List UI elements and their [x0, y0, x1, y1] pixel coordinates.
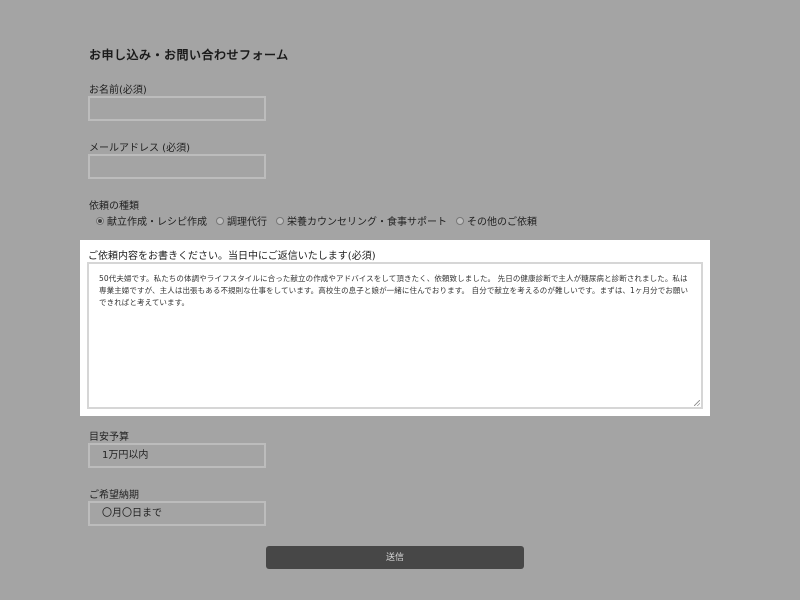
submit-button[interactable]: 送信 [266, 546, 524, 569]
radio-unchecked-icon[interactable] [216, 216, 224, 225]
radio-label: 調理代行 [227, 217, 267, 228]
resize-handle-icon[interactable] [694, 400, 700, 406]
radio-unchecked-icon[interactable] [456, 216, 464, 225]
radio-unchecked-icon[interactable] [276, 216, 284, 225]
request-content-section: ご依頼内容をお書きください。当日中にご返信いたします(必須) 50代夫婦です。私… [80, 240, 710, 416]
email-label: メールアドレス (必須) [89, 143, 190, 154]
radio-label: 栄養カウンセリング・食事サポート [287, 217, 447, 228]
email-field[interactable] [88, 154, 266, 179]
radio-option-nutrition[interactable]: 栄養カウンセリング・食事サポート [276, 213, 447, 228]
radio-option-menu-recipe[interactable]: 献立作成・レシピ作成 [96, 213, 207, 228]
budget-field[interactable]: 1万円以内 [88, 443, 266, 468]
request-type-radio-group: 献立作成・レシピ作成 調理代行 栄養カウンセリング・食事サポート その他のご依頼 [96, 213, 546, 228]
name-field[interactable] [88, 96, 266, 121]
request-type-label: 依頼の種類 [89, 201, 139, 212]
name-label: お名前(必須) [89, 85, 147, 96]
form-title: お申し込み・お問い合わせフォーム [89, 48, 289, 62]
request-content-label: ご依頼内容をお書きください。当日中にご返信いたします(必須) [88, 251, 376, 262]
radio-option-other[interactable]: その他のご依頼 [456, 213, 537, 228]
request-content-text: 50代夫婦です。私たちの体調やライフスタイルに合った献立の作成やアドバイスをして… [99, 274, 689, 307]
radio-option-cooking[interactable]: 調理代行 [216, 213, 267, 228]
radio-label: その他のご依頼 [467, 217, 537, 228]
radio-checked-icon[interactable] [96, 216, 104, 225]
deadline-label: ご希望納期 [89, 490, 139, 501]
radio-label: 献立作成・レシピ作成 [107, 217, 207, 228]
deadline-field[interactable]: 〇月〇日まで [88, 501, 266, 526]
contact-form: お申し込み・お問い合わせフォーム お名前(必須) メールアドレス (必須) 依頼… [0, 0, 800, 600]
request-content-textarea[interactable]: 50代夫婦です。私たちの体調やライフスタイルに合った献立の作成やアドバイスをして… [87, 262, 703, 409]
budget-label: 目安予算 [89, 432, 129, 443]
